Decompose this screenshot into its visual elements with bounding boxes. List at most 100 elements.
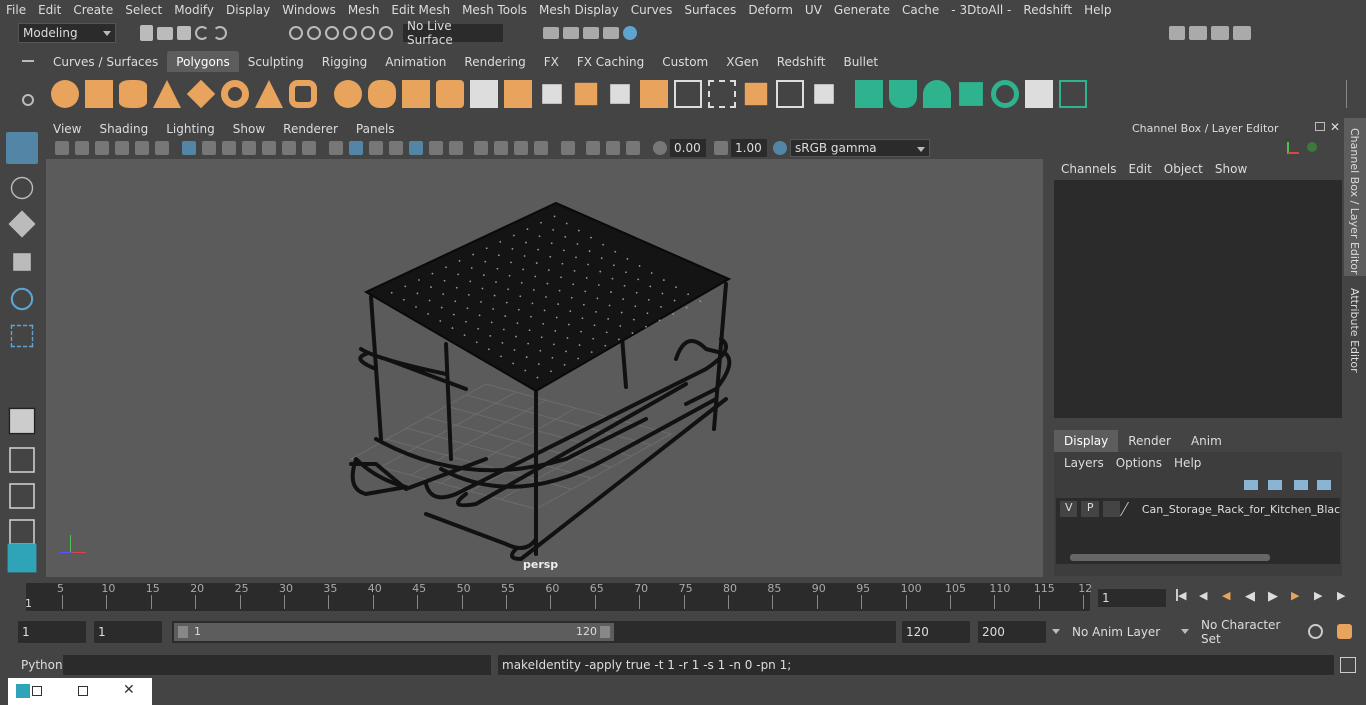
layer-color-swatch[interactable] (1120, 502, 1142, 516)
options-menu[interactable]: Options (1110, 456, 1168, 470)
lasso-tool-icon[interactable] (10, 176, 34, 200)
tab-xgen[interactable]: XGen (717, 51, 768, 72)
menu-select[interactable]: Select (119, 3, 168, 17)
colorspace-dropdown[interactable]: sRGB gamma (790, 139, 930, 157)
playback-end-field[interactable]: 120 (902, 621, 970, 643)
layer-row[interactable]: V P Can_Storage_Rack_for_Kitchen_Black (1056, 500, 1340, 518)
image-plane-icon[interactable] (115, 141, 129, 155)
select-by-object-icon[interactable] (307, 26, 321, 40)
uv-cut-sew-icon[interactable] (991, 80, 1019, 108)
exposure-field[interactable]: 0.00 (670, 139, 706, 157)
step-forward-key-icon[interactable]: ▶ (1314, 589, 1328, 602)
play-backwards-icon[interactable]: ◀ (1245, 589, 1259, 604)
menu-mesh-display[interactable]: Mesh Display (533, 3, 625, 17)
undo-icon[interactable] (195, 26, 209, 40)
layer-type-toggle[interactable] (1102, 501, 1121, 517)
menu-help[interactable]: Help (1078, 3, 1117, 17)
panel-menu-show[interactable]: Show (224, 122, 274, 136)
smooth-icon[interactable] (436, 80, 464, 108)
poly-cube-icon[interactable] (85, 80, 113, 108)
axis-orientation-icon[interactable] (1287, 142, 1299, 154)
range-slider-end-handle[interactable] (600, 626, 610, 638)
frame-selected-icon[interactable] (606, 141, 620, 155)
poly-pipe-icon[interactable] (289, 80, 317, 108)
separate-icon[interactable] (368, 80, 396, 108)
render-settings-icon[interactable] (603, 27, 619, 39)
xray-icon[interactable] (409, 141, 423, 155)
outliner-layout-icon[interactable] (9, 519, 35, 545)
rotate-tool-icon[interactable] (10, 287, 34, 311)
tab-fx[interactable]: FX (535, 51, 568, 72)
select-by-hierarchy-icon[interactable] (289, 26, 303, 40)
chevron-down-icon[interactable] (1181, 629, 1189, 634)
play-forwards-icon[interactable]: ▶ (1268, 589, 1282, 604)
menu-surfaces[interactable]: Surfaces (678, 3, 742, 17)
motion-blur-icon[interactable] (514, 141, 528, 155)
snap-curve-icon[interactable] (361, 26, 375, 40)
panel-menu-view[interactable]: View (44, 122, 90, 136)
edit-menu[interactable]: Edit (1123, 162, 1158, 176)
uv-unfold-icon[interactable] (1059, 80, 1087, 108)
safe-action-icon[interactable] (282, 141, 296, 155)
tab-rigging[interactable]: Rigging (313, 51, 376, 72)
menu-redshift[interactable]: Redshift (1017, 3, 1078, 17)
lights-icon[interactable] (449, 141, 463, 155)
mode-dropdown[interactable]: Modeling (18, 23, 116, 43)
chevron-down-icon[interactable] (1052, 629, 1060, 634)
panel-menu-panels[interactable]: Panels (347, 122, 404, 136)
offset-edge-loop-icon[interactable] (640, 80, 668, 108)
tab-display-layers[interactable]: Display (1054, 430, 1119, 452)
snap-point-icon[interactable] (379, 26, 393, 40)
menu-mesh-tools[interactable]: Mesh Tools (456, 3, 533, 17)
menu-mesh[interactable]: Mesh (342, 3, 386, 17)
hypershade-icon[interactable] (623, 26, 637, 40)
extrude-icon[interactable] (504, 80, 532, 108)
go-to-end-icon[interactable]: ▶ (1337, 589, 1351, 602)
move-tool-icon[interactable] (13, 253, 31, 271)
camera-settings-icon[interactable] (626, 141, 640, 155)
start-time-field[interactable]: 1 (18, 621, 86, 643)
channel-list-area[interactable] (1054, 180, 1342, 418)
menu-modify[interactable]: Modify (168, 3, 220, 17)
menu-windows[interactable]: Windows (276, 3, 342, 17)
gate-mask-icon[interactable] (242, 141, 256, 155)
attribute-editor-side-tab[interactable]: Attribute Editor (1344, 283, 1366, 373)
quick-layout-four-icon[interactable] (9, 447, 35, 473)
menu-create[interactable]: Create (67, 3, 119, 17)
xray-joints-icon[interactable] (429, 141, 443, 155)
camera-attributes-icon[interactable] (75, 141, 89, 155)
new-layer-selected-icon[interactable] (1317, 480, 1331, 490)
film-gate-icon[interactable] (202, 141, 216, 155)
command-input[interactable] (63, 655, 491, 675)
shelf-scroll-icon[interactable] (1346, 80, 1356, 108)
grid-icon[interactable] (182, 141, 196, 155)
range-slider[interactable]: 1 120 (172, 621, 896, 643)
multi-cut-icon[interactable] (674, 80, 702, 108)
toggle-attribute-editor-icon[interactable] (1189, 26, 1207, 40)
ambient-occlusion-icon[interactable] (494, 141, 508, 155)
target-weld-icon[interactable] (708, 80, 736, 108)
gamma-field[interactable]: 1.00 (731, 139, 767, 157)
menu-edit-mesh[interactable]: Edit Mesh (385, 3, 456, 17)
mirror-icon[interactable] (402, 80, 430, 108)
restore-icon[interactable] (32, 686, 42, 696)
layer-hscrollbar[interactable] (1070, 554, 1270, 561)
poly-plane-icon[interactable] (186, 79, 216, 109)
wireframe-icon[interactable] (329, 141, 343, 155)
script-language-label[interactable]: Python (21, 658, 63, 672)
animation-preferences-icon[interactable] (1337, 624, 1352, 639)
panel-menu-shading[interactable]: Shading (90, 122, 157, 136)
uv-planar-icon[interactable] (855, 80, 883, 108)
step-back-key-icon[interactable]: ◀ (1199, 589, 1213, 602)
live-surface-field[interactable]: No Live Surface (403, 19, 503, 47)
grease-pencil-icon[interactable] (155, 141, 169, 155)
uv-automatic-icon[interactable] (959, 82, 983, 106)
show-menu[interactable]: Show (1209, 162, 1253, 176)
uv-cylindrical-icon[interactable] (889, 80, 917, 108)
use-default-material-icon[interactable] (369, 141, 383, 155)
tab-fx-caching[interactable]: FX Caching (568, 51, 653, 72)
channels-menu[interactable]: Channels (1055, 162, 1123, 176)
tab-redshift[interactable]: Redshift (768, 51, 835, 72)
uv-editor-icon[interactable] (1025, 80, 1053, 108)
time-slider[interactable]: 1 5 10 15 20 25 30 35 40 45 50 55 60 65 70 75 80 85 90 95 1… (25, 582, 1092, 611)
